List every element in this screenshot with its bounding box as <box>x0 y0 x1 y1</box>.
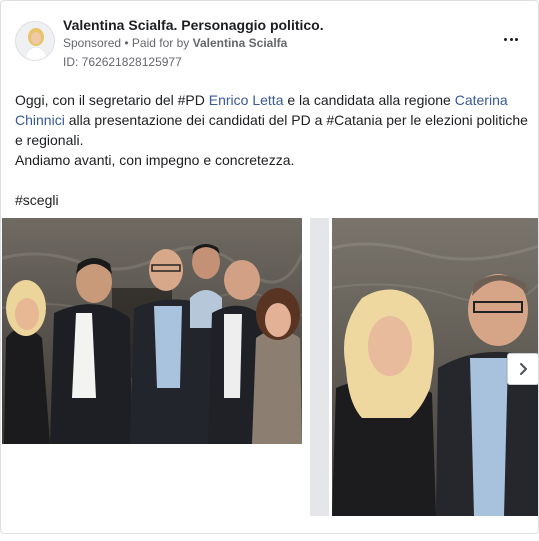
ad-id: ID: 762621828125977 <box>63 55 182 69</box>
chevron-right-icon <box>520 363 527 375</box>
sponsored-label: Sponsored <box>63 36 122 50</box>
carousel-next-button[interactable] <box>507 353 538 385</box>
post-text-part: Oggi, con il segretario del #PD <box>15 92 209 108</box>
ad-card: Valentina Scialfa. Personaggio politico.… <box>0 0 539 534</box>
meta-separator: • <box>121 36 132 50</box>
carousel-photo-1[interactable] <box>2 218 302 444</box>
carousel-gap <box>310 218 329 516</box>
page-avatar[interactable] <box>15 21 55 61</box>
post-text-part: alla presentazione dei candidati del PD … <box>15 112 528 148</box>
post-paragraph-1: Oggi, con il segretario del #PD Enrico L… <box>15 90 530 150</box>
post-paragraph-2: Andiamo avanti, con impegno e concretezz… <box>15 152 295 168</box>
post-text-part: e la candidata alla regione <box>283 92 455 108</box>
link-enrico-letta[interactable]: Enrico Letta <box>209 92 284 108</box>
sponsored-meta: Sponsored • Paid for by Valentina Scialf… <box>63 36 287 50</box>
post-hashtag: #scegli <box>15 192 59 208</box>
paid-for-prefix: Paid for by <box>131 36 193 50</box>
avatar-image <box>16 22 54 60</box>
paid-for-name: Valentina Scialfa <box>192 36 288 50</box>
page-name[interactable]: Valentina Scialfa. Personaggio politico. <box>63 17 324 33</box>
post-text: Oggi, con il segretario del #PD Enrico L… <box>15 90 530 210</box>
more-options-icon[interactable] <box>498 29 524 49</box>
